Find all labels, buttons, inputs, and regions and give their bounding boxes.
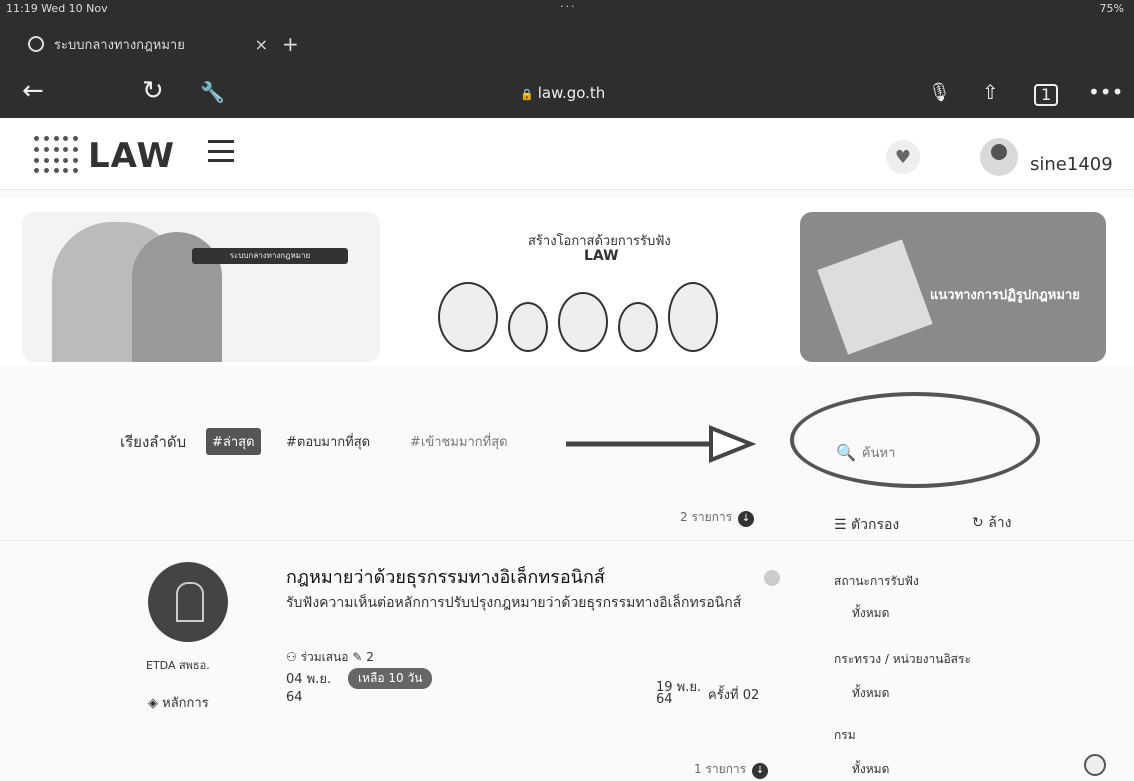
wrench-icon[interactable]: 🔧 — [200, 80, 225, 104]
filter-icon: ☰ — [834, 517, 852, 533]
microphone-icon[interactable]: 🎙 — [928, 82, 951, 103]
tab-title: ระบบกลางทางกฎหมาย — [54, 37, 185, 53]
filter-status-label: สถานะการรับฟัง — [834, 574, 919, 588]
status-bar: 11:19 Wed 10 Nov ··· 75% — [0, 0, 1134, 18]
start-date: 04 พ.ย. — [286, 672, 332, 687]
org-name: ETDA สพธอ. — [146, 659, 210, 672]
banner-tag: ระบบกลางทางกฎหมาย — [192, 248, 348, 264]
participants-count: 2 — [366, 650, 374, 664]
browser-tab[interactable]: ระบบกลางทางกฎหมาย × — [28, 30, 268, 58]
url-text: law.go.th — [537, 84, 606, 102]
participants: ⚇ ร่วมเสนอ ✎ 2 — [286, 648, 374, 667]
people-icon: ⚇ — [286, 650, 301, 664]
banner-subtitle: LAW — [584, 248, 619, 264]
banner-1[interactable]: ระบบกลางทางกฎหมาย — [22, 212, 380, 362]
navigation-bar: ← ↻ 🔧 🔒 law.go.th 🎙 ⇧ 1 ••• — [0, 70, 1134, 114]
document-illustration — [817, 239, 933, 355]
address-bar[interactable]: 🔒 law.go.th — [520, 84, 605, 102]
principles-label: หลักการ — [162, 696, 209, 711]
clear-button[interactable]: ↻ ล้าง — [972, 512, 1011, 534]
end-year: 64 — [656, 692, 673, 707]
result-count-text: 2 รายการ — [680, 510, 733, 524]
banner-headline: แนวทางการปฏิรูปกฎหมาย — [930, 288, 1080, 303]
annotation-arrow-icon — [566, 425, 756, 463]
filter-dept-select[interactable]: ทั้งหมด — [852, 760, 889, 779]
comment-icon: ✎ — [352, 650, 367, 664]
crowd-illustration — [428, 272, 728, 362]
law-title[interactable]: กฎหมายว่าด้วยธุรกรรมทางอิเล็กทรอนิกส์ — [286, 562, 605, 591]
reload-icon[interactable]: ↻ — [142, 76, 164, 106]
participants-label: ร่วมเสนอ — [300, 650, 349, 664]
clear-label: ล้าง — [988, 515, 1012, 531]
heart-icon[interactable]: ♥ — [886, 140, 920, 174]
banner-2[interactable]: สร้างโอกาสด้วยการรับฟัง LAW — [408, 212, 754, 362]
search-input[interactable] — [861, 444, 982, 460]
lock-icon: 🔒 — [520, 88, 534, 101]
sort-label: เรียงลำดับ — [120, 433, 187, 451]
remaining-days-badge: เหลือ 10 วัน — [348, 668, 433, 689]
result-count: 2 รายการ ↓ — [680, 508, 755, 527]
banner-carousel: ระบบกลางทางกฎหมาย สร้างโอกาสด้วยการรับฟั… — [0, 198, 1134, 366]
new-tab-button[interactable]: + — [282, 32, 299, 56]
banner-3[interactable]: แนวทางการปฏิรูปกฎหมาย — [800, 212, 1106, 362]
sort-most-viewed-chip[interactable]: #เข้าชมมากที่สุด — [404, 428, 514, 455]
site-logo[interactable]: LAW — [34, 136, 175, 176]
start-year: 64 — [286, 690, 303, 705]
filter-label: ตัวกรอง — [851, 517, 900, 533]
globe-icon — [28, 36, 44, 52]
hamburger-menu-icon[interactable] — [208, 140, 234, 162]
logo-dots-icon — [34, 136, 80, 176]
status-time: 11:19 Wed 10 Nov — [6, 2, 108, 15]
filter-ministry-select[interactable]: ทั้งหมด — [852, 684, 889, 703]
result-count-bottom-text: 1 รายการ — [694, 762, 747, 776]
sort-most-replied-chip[interactable]: #ตอบมากที่สุด — [280, 428, 376, 455]
cookie-icon[interactable] — [1084, 754, 1106, 776]
filter-button[interactable]: ☰ ตัวกรอง — [834, 514, 899, 536]
favorite-icon[interactable] — [764, 570, 780, 586]
tab-bar: ระบบกลางทางกฎหมาย × + — [0, 26, 1134, 62]
user-avatar[interactable] — [980, 138, 1018, 176]
law-description: รับฟังความเห็นต่อหลักการปรับปรุงกฎหมายว่… — [286, 595, 742, 611]
browser-chrome: 11:19 Wed 10 Nov ··· 75% ระบบกลางทางกฎหม… — [0, 0, 1134, 118]
site-header: LAW ♥ sine1409 — [0, 118, 1134, 190]
sort-latest-chip[interactable]: #ล่าสุด — [206, 428, 261, 455]
battery-indicator: 75% — [1099, 2, 1124, 15]
org-logo — [148, 562, 228, 642]
search-icon: 🔍 — [836, 442, 856, 462]
more-menu-icon[interactable]: ••• — [1088, 80, 1123, 104]
filter-ministry-label: กระทรวง / หน่วยงานอิสระ — [834, 652, 971, 666]
back-arrow-icon[interactable]: ← — [22, 76, 44, 106]
tabs-count-icon[interactable]: 1 — [1034, 84, 1059, 106]
filter-status-select[interactable]: ทั้งหมด — [852, 604, 889, 623]
document-icon: ◈ — [148, 696, 163, 711]
download-icon[interactable]: ↓ — [752, 763, 769, 779]
refresh-icon: ↻ — [972, 515, 989, 531]
close-tab-icon[interactable]: × — [255, 35, 268, 54]
principles-link[interactable]: ◈ หลักการ — [148, 692, 209, 713]
logo-text: LAW — [88, 136, 175, 176]
result-count-bottom: 1 รายการ ↓ — [694, 760, 769, 779]
share-icon[interactable]: ⇧ — [982, 80, 999, 104]
multitask-dots-icon[interactable]: ··· — [560, 0, 577, 13]
round-number: ครั้งที่ 02 — [708, 688, 760, 703]
username[interactable]: sine1409 — [1030, 154, 1113, 175]
divider — [0, 540, 1134, 541]
filter-dept-label: กรม — [834, 728, 856, 742]
search-box[interactable]: 🔍 — [836, 440, 986, 464]
download-icon[interactable]: ↓ — [738, 511, 755, 527]
